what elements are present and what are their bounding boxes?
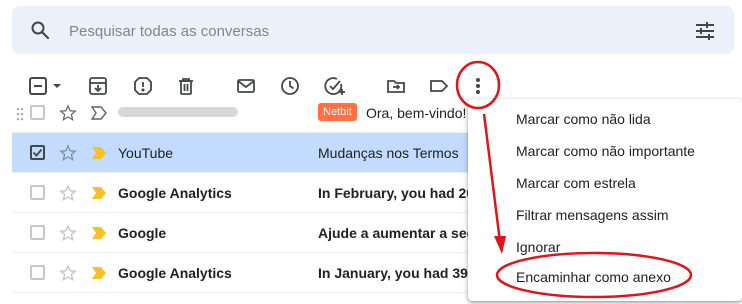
menu-item-forward-as-attachment[interactable]: Encaminhar como anexo <box>516 269 671 285</box>
subject: In January, you had 396 <box>318 265 476 281</box>
blurred-sender-graphic <box>118 107 238 117</box>
sender-name: Google Analytics <box>118 185 232 201</box>
subject: Ora, bem-vindo! <box>366 105 467 121</box>
more-actions-menu: Marcar como não lida Marcar como não imp… <box>468 99 742 301</box>
star-icon[interactable] <box>59 184 77 202</box>
label-button[interactable] <box>427 74 451 98</box>
mark-unread-button[interactable] <box>234 74 258 98</box>
star-icon[interactable] <box>59 144 77 162</box>
more-vertical-icon[interactable] <box>475 76 481 96</box>
menu-item-add-star[interactable]: Marcar com estrela <box>516 175 636 191</box>
star-icon[interactable] <box>59 104 77 122</box>
importance-marker-icon[interactable] <box>90 146 108 160</box>
add-task-button[interactable] <box>323 74 347 98</box>
add-task-icon[interactable] <box>324 76 346 96</box>
delete-button[interactable] <box>174 74 198 98</box>
report-spam-icon[interactable] <box>133 76 153 96</box>
label-tag[interactable]: Netbit <box>318 103 357 121</box>
row-checkbox[interactable] <box>30 225 45 240</box>
subject: Mudanças nos Termos <box>318 145 459 161</box>
row-checkbox[interactable] <box>30 145 45 160</box>
importance-marker-icon[interactable] <box>90 226 108 240</box>
row-checkbox[interactable] <box>30 105 45 120</box>
menu-item-filter-messages[interactable]: Filtrar mensagens assim <box>516 207 669 223</box>
snooze-button[interactable] <box>278 74 302 98</box>
search-icon[interactable] <box>30 20 50 40</box>
menu-item-mute[interactable]: Ignorar <box>516 239 560 255</box>
star-icon[interactable] <box>59 264 77 282</box>
select-dropdown[interactable] <box>28 74 64 98</box>
drag-handle-icon[interactable] <box>16 107 24 126</box>
sender-name: Google Analytics <box>118 265 232 281</box>
importance-marker-icon[interactable] <box>90 266 108 280</box>
sender-name: YouTube <box>118 145 174 161</box>
search-options-icon[interactable] <box>694 20 716 42</box>
report-spam-button[interactable] <box>131 74 155 98</box>
mark-unread-icon[interactable] <box>236 76 256 96</box>
sender-name: Google <box>118 225 167 241</box>
search-bar[interactable] <box>12 6 734 54</box>
star-icon[interactable] <box>59 224 77 242</box>
subject: Ajude a aumentar a seg <box>318 225 476 241</box>
importance-marker-icon[interactable] <box>90 106 108 120</box>
move-to-icon[interactable] <box>386 76 406 96</box>
menu-item-mark-not-important[interactable]: Marcar como não importante <box>516 143 695 159</box>
archive-button[interactable] <box>86 74 110 98</box>
select-checkbox-icon[interactable] <box>28 76 64 96</box>
row-checkbox[interactable] <box>30 185 45 200</box>
archive-icon[interactable] <box>88 76 108 96</box>
label-icon[interactable] <box>428 76 450 96</box>
snooze-icon[interactable] <box>280 76 300 96</box>
more-button[interactable] <box>466 74 490 98</box>
subject: In February, you had 20 <box>318 185 475 201</box>
move-to-button[interactable] <box>384 74 408 98</box>
search-input[interactable] <box>69 20 629 42</box>
row-checkbox[interactable] <box>30 265 45 280</box>
menu-item-mark-unread[interactable]: Marcar como não lida <box>516 111 651 127</box>
importance-marker-icon[interactable] <box>90 186 108 200</box>
delete-icon[interactable] <box>176 76 196 96</box>
